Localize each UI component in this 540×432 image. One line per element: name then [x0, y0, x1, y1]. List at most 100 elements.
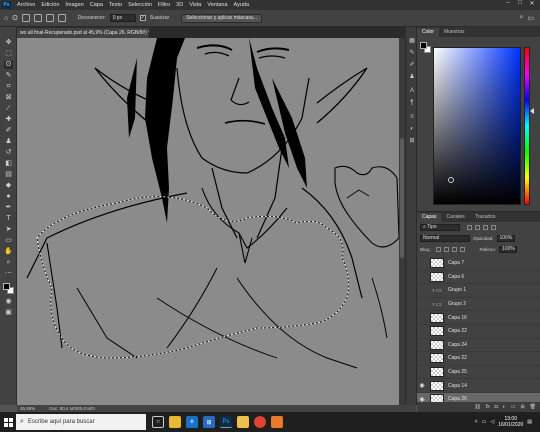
layer-style-icon[interactable]: fx [486, 404, 490, 410]
layer-row[interactable]: Capa 6 [417, 271, 540, 285]
lock-position-icon[interactable] [451, 247, 457, 252]
delete-layer-icon[interactable]: 🗑 [530, 404, 536, 410]
menu-ayuda[interactable]: Ayuda [231, 2, 253, 8]
crop-tool-icon[interactable]: ⌗ [4, 83, 13, 91]
scrollbar-thumb[interactable] [400, 138, 404, 258]
search-icon[interactable]: ⌕ [519, 14, 523, 22]
screen-mode-icon[interactable]: ▣ [4, 309, 13, 317]
clone-stamp-tool-icon[interactable]: ♟ [4, 138, 13, 146]
layer-row[interactable]: ◉ Capa 14 [417, 379, 540, 393]
filter-adjustment-icon[interactable] [475, 225, 480, 230]
opacity-input[interactable]: 100% [496, 235, 515, 242]
maximize-icon[interactable]: □ [514, 0, 526, 7]
adjustment-layer-icon[interactable]: ◐ [503, 404, 506, 410]
color-picker-cursor[interactable] [448, 177, 454, 183]
filter-shape-icon[interactable] [491, 225, 496, 230]
lock-image-icon[interactable] [443, 247, 449, 252]
layer-row[interactable]: Capa 22 [417, 325, 540, 339]
new-group-icon[interactable]: ▭ [511, 404, 516, 410]
smooth-checkbox[interactable]: ✓ [139, 15, 146, 21]
group-row[interactable]: › ▭ Grupo 1 [417, 284, 540, 298]
fill-input[interactable]: 100% [499, 246, 518, 253]
properties-panel-icon[interactable]: ≡ [408, 113, 416, 121]
eyedropper-tool-icon[interactable]: ⁄ [4, 105, 13, 113]
blur-tool-icon[interactable]: ◆ [4, 182, 13, 190]
history-panel-icon[interactable]: ▦ [408, 37, 416, 45]
quick-select-tool-icon[interactable]: ✎ [4, 72, 13, 80]
brushes-panel-icon[interactable]: ✐ [408, 61, 416, 69]
document-tab[interactable]: wo all final-Recuperado.psd al 45,9% (Ca… [17, 28, 149, 38]
menu-texto[interactable]: Texto [106, 2, 125, 8]
menu-3d[interactable]: 3D [173, 2, 186, 8]
add-selection-icon[interactable] [33, 14, 42, 22]
foreground-color-swatch[interactable] [420, 42, 427, 49]
frame-tool-icon[interactable]: ⊠ [4, 94, 13, 102]
notifications-icon[interactable]: ▤ [527, 419, 532, 425]
close-icon[interactable]: ✕ [526, 0, 538, 7]
paragraph-panel-icon[interactable]: ¶ [408, 99, 416, 107]
chevron-up-icon[interactable]: ˄ [475, 419, 478, 425]
hand-tool-icon[interactable]: ✋ [4, 248, 13, 256]
workspace-icon[interactable]: ▭ [527, 14, 534, 22]
eye-icon[interactable]: ◉ [417, 382, 427, 389]
clock[interactable]: 13:00 16/01/2020 [498, 416, 523, 428]
gradient-tool-icon[interactable]: ▤ [4, 171, 13, 179]
tab-layers[interactable]: Capas [417, 213, 442, 222]
move-tool-icon[interactable]: ✥ [4, 39, 13, 47]
edge-icon[interactable]: e [186, 416, 198, 428]
shape-tool-icon[interactable]: ▭ [4, 237, 13, 245]
tab-color[interactable]: Color [417, 28, 439, 37]
layer-row[interactable]: Capa 7 [417, 257, 540, 271]
chrome-icon[interactable] [254, 416, 266, 428]
feather-input[interactable]: 0 px [109, 14, 136, 22]
blend-mode-select[interactable]: Normal [420, 235, 470, 242]
app-icon[interactable] [271, 416, 283, 428]
quick-mask-icon[interactable]: ◉ [4, 298, 13, 306]
select-and-mask-button[interactable]: Seleccionar y aplicar máscara... [181, 13, 263, 23]
new-selection-icon[interactable] [21, 14, 30, 22]
minimize-icon[interactable]: – [502, 0, 514, 7]
canvas[interactable] [17, 38, 399, 405]
tab-channels[interactable]: Canales [441, 213, 469, 222]
hue-slider-handle[interactable] [530, 108, 534, 114]
color-picker-field[interactable] [433, 47, 521, 205]
marquee-tool-icon[interactable]: ⬚ [4, 50, 13, 58]
folder-app-icon[interactable] [237, 416, 249, 428]
eraser-tool-icon[interactable]: ◧ [4, 160, 13, 168]
add-mask-icon[interactable]: ◘ [495, 404, 498, 410]
pen-tool-icon[interactable]: ✒ [4, 204, 13, 212]
lasso-tool-icon[interactable]: ʘ [4, 61, 13, 69]
home-icon[interactable]: ⌂ [4, 15, 8, 22]
filter-type-icon[interactable] [483, 225, 488, 230]
volume-icon[interactable]: ◁ [490, 419, 494, 425]
brush-settings-icon[interactable]: ✎ [408, 49, 416, 57]
history-brush-tool-icon[interactable]: ↺ [4, 149, 13, 157]
menu-vista[interactable]: Vista [186, 2, 204, 8]
path-select-tool-icon[interactable]: ➤ [4, 226, 13, 234]
new-layer-icon[interactable]: ⊞ [520, 404, 524, 410]
foreground-color-swatch[interactable] [3, 283, 10, 290]
layer-row[interactable]: Capa 25 [417, 366, 540, 380]
lasso-tool-icon[interactable]: ʘ [12, 15, 17, 22]
file-explorer-icon[interactable] [169, 416, 181, 428]
styles-panel-icon[interactable]: ⊞ [408, 137, 416, 145]
taskbar-search-box[interactable]: ⌕ Escribe aquí para buscar [16, 414, 146, 430]
layer-row[interactable]: Capa 22 [417, 352, 540, 366]
link-layers-icon[interactable]: ⛓ [474, 404, 480, 410]
clone-source-icon[interactable]: ♟ [408, 73, 416, 81]
group-row[interactable]: › ▭ Grupo 2 [417, 298, 540, 312]
menu-archivo[interactable]: Archivo [14, 2, 38, 8]
layer-kind-filter[interactable]: ⌕ Tipo [420, 224, 460, 231]
lock-all-icon[interactable] [459, 247, 465, 252]
zoom-tool-icon[interactable]: ⌕ [4, 259, 13, 267]
adjustments-panel-icon[interactable]: ◐ [408, 125, 416, 133]
brush-tool-icon[interactable]: ✐ [4, 127, 13, 135]
photoshop-app-icon[interactable]: Ps [220, 416, 232, 428]
start-button[interactable] [0, 412, 16, 432]
menu-edicion[interactable]: Edición [38, 2, 62, 8]
filter-pixel-icon[interactable] [467, 225, 472, 230]
zoom-level[interactable]: 45,89% [20, 406, 35, 411]
type-tool-icon[interactable]: T [4, 215, 13, 223]
layer-row[interactable]: Capa 24 [417, 339, 540, 353]
tab-swatches[interactable]: Muestras [439, 28, 470, 37]
